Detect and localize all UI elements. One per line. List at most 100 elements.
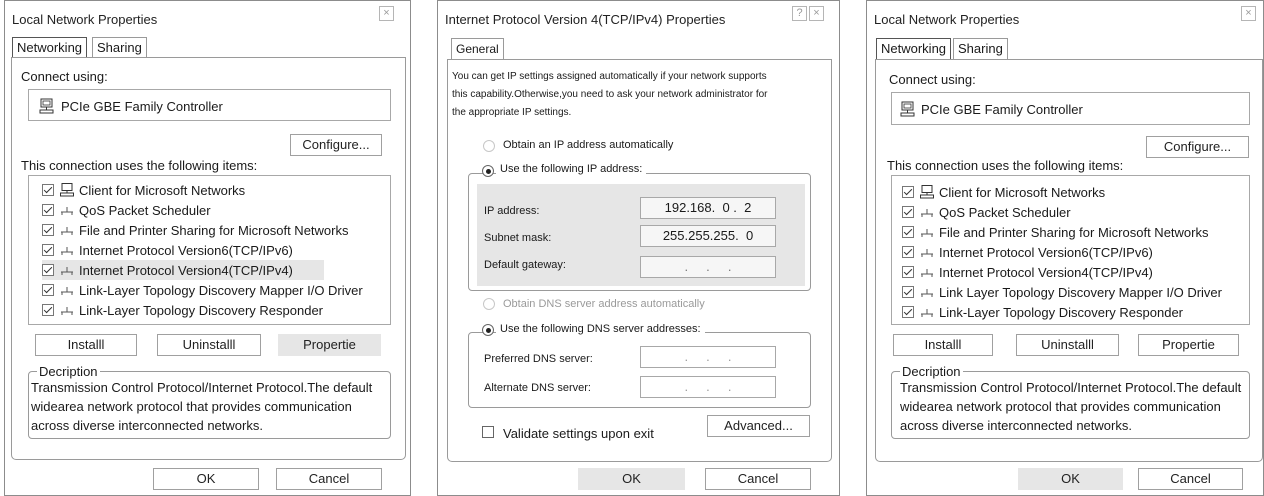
use-following-ip-radio[interactable] [482,165,494,177]
items-label: This connection uses the following items… [887,158,1124,173]
cancel-button[interactable]: Cancel [705,468,811,490]
item-label: QoS Packet Scheduler [79,203,211,218]
network-protocol-icon [921,229,933,237]
default-gateway-input[interactable]: . . . [640,256,776,278]
preferred-dns-label: Preferred DNS server: [484,353,593,365]
checkbox[interactable] [42,304,54,316]
tab-sharing[interactable]: Sharing [953,38,1008,60]
close-button[interactable]: × [379,6,394,21]
list-item[interactable]: Link-Layer Topology Discovery Responder [902,302,1232,322]
cancel-button[interactable]: Cancel [1138,468,1243,490]
install-button[interactable]: Installl [893,334,993,356]
items-list[interactable]: Client for Microsoft Networks QoS Packet… [891,175,1250,325]
dialog-title: Local Network Properties [874,12,1020,27]
network-adapter-icon [900,101,915,117]
tab-networking[interactable]: Networking [876,38,952,60]
checkbox[interactable] [902,226,914,238]
checkbox[interactable] [42,244,54,256]
network-protocol-icon [921,309,933,317]
description-line: widearea network protocol that provides … [900,399,1221,414]
ok-button[interactable]: OK [153,468,259,490]
list-item[interactable]: QoS Packet Scheduler [42,200,372,220]
item-label: Client for Microsoft Networks [79,183,246,198]
properties-button[interactable]: Propertie [278,334,381,356]
uninstall-button[interactable]: Uninstalll [1016,334,1119,356]
item-label: Client for Microsoft Networks [939,185,1106,200]
alternate-dns-input[interactable]: . . . [640,376,776,398]
checkbox[interactable] [42,184,54,196]
description-line: across diverse interconnected networks. [31,418,263,433]
alternate-dns-label: Alternate DNS server: [484,382,591,394]
network-protocol-icon [921,209,933,217]
tab-networking[interactable]: Networking [12,37,88,59]
tab-sharing[interactable]: Sharing [92,37,147,59]
items-list[interactable]: Client for Microsoft Networks QoS Packet… [28,175,391,325]
intro-line: this capability.Otherwise,you need to as… [452,89,768,100]
obtain-ip-auto-radio[interactable] [483,140,495,152]
uninstall-button[interactable]: Uninstalll [157,334,261,356]
ok-button[interactable]: OK [1018,468,1123,490]
list-item[interactable]: Internet Protocol Version4(TCP/IPv4) [902,262,1232,282]
item-label: Internet Protocol Version4(TCP/IPv4) [939,265,1153,280]
item-label: File and Printer Sharing for Microsoft N… [939,225,1209,240]
adapter-field: PCIe GBE Family Controller [28,89,391,121]
ipv4-properties-dialog: Internet Protocol Version 4(TCP/IPv4) Pr… [437,0,840,496]
item-label: Internet Protocol Version6(TCP/IPv6) [939,245,1153,260]
description-line: Transmission Control Protocol/Internet P… [31,380,373,395]
use-following-dns-radio[interactable] [482,324,494,336]
obtain-dns-auto-radio[interactable] [483,298,495,310]
list-item[interactable]: Link-Layer Topology Discovery Responder [42,300,372,320]
properties-button[interactable]: Propertie [1138,334,1239,356]
description-legend: Decription [900,364,963,379]
list-item[interactable]: Client for Microsoft Networks [42,180,372,200]
list-item[interactable]: Internet Protocol Version6(TCP/IPv6) [902,242,1232,262]
checkbox[interactable] [902,286,914,298]
list-item[interactable]: Link Layer Topology Discovery Mapper I/O… [902,282,1242,302]
connect-using-label: Connect using: [21,69,108,84]
list-item[interactable]: Internet Protocol Version6(TCP/IPv6) [42,240,372,260]
validate-checkbox[interactable] [482,426,494,438]
description-legend: Decription [37,364,100,379]
checkbox[interactable] [902,206,914,218]
network-protocol-icon [61,287,73,295]
subnet-mask-input[interactable]: 255.255.255. 0 [640,225,776,247]
description-text: Transmission Control Protocol/Internet P… [31,378,372,435]
list-item[interactable]: Client for Microsoft Networks [902,182,1232,202]
checkbox[interactable] [42,224,54,236]
checkbox[interactable] [42,284,54,296]
item-label: Link-Layer Topology Discovery Responder [79,303,323,318]
use-following-dns-label: Use the following DNS server addresses: [496,323,705,335]
item-label: Link-Layer Topology Discovery Responder [939,305,1183,320]
configure-button[interactable]: Configure... [1146,136,1249,158]
item-label: Link Layer Topology Discovery Mapper I/O… [939,285,1222,300]
list-item-selected[interactable]: Internet Protocol Version4(TCP/IPv4) [42,260,324,280]
help-button[interactable]: ? [792,6,807,21]
list-item[interactable]: File and Printer Sharing for Microsoft N… [42,220,382,240]
network-protocol-icon [61,247,73,255]
tab-general[interactable]: General [451,38,504,60]
list-item[interactable]: Link-Layer Topology Discovery Mapper I/O… [42,280,382,300]
obtain-dns-auto-label: Obtain DNS server address automatically [503,298,705,310]
configure-button[interactable]: Configure... [290,134,382,156]
checkbox[interactable] [42,264,54,276]
close-button[interactable]: × [809,6,824,21]
checkbox[interactable] [902,306,914,318]
dialog-title: Local Network Properties [12,12,158,27]
default-gateway-label: Default gateway: [484,259,566,271]
ok-button[interactable]: OK [578,468,685,490]
validate-label: Validate settings upon exit [503,426,654,441]
advanced-button[interactable]: Advanced... [707,415,810,437]
checkbox[interactable] [902,266,914,278]
checkbox[interactable] [902,246,914,258]
list-item[interactable]: File and Printer Sharing for Microsoft N… [902,222,1242,242]
checkbox[interactable] [42,204,54,216]
cancel-button[interactable]: Cancel [276,468,382,490]
title-bar: Local Network Properties × [867,1,1263,31]
install-button[interactable]: Installl [35,334,137,356]
preferred-dns-input[interactable]: . . . [640,346,776,368]
intro-line: the appropriate IP settings. [452,107,572,118]
checkbox[interactable] [902,186,914,198]
ip-address-input[interactable]: 192.168. 0 . 2 [640,197,776,219]
close-button[interactable]: × [1241,6,1256,21]
list-item[interactable]: QoS Packet Scheduler [902,202,1232,222]
